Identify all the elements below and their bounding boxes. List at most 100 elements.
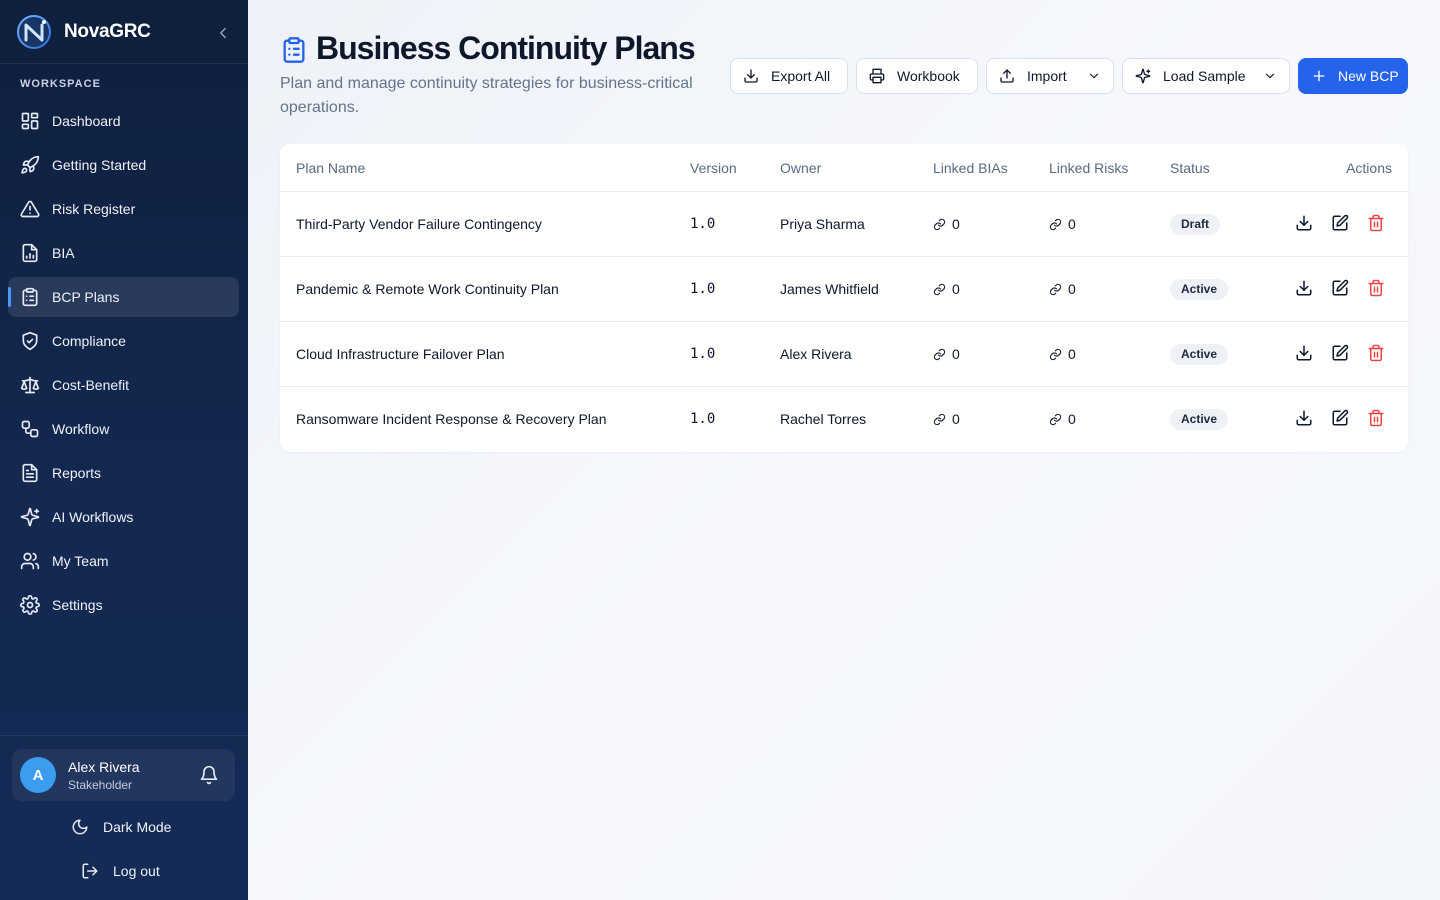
sidebar-item-cost-benefit[interactable]: Cost-Benefit — [8, 365, 239, 405]
export-all-button[interactable]: Export All — [730, 58, 848, 94]
table-row[interactable]: Pandemic & Remote Work Continuity Plan 1… — [280, 257, 1408, 322]
sidebar-item-workflow[interactable]: Workflow — [8, 409, 239, 449]
plan-name[interactable]: Ransomware Incident Response & Recovery … — [296, 411, 607, 427]
brand-name: NovaGRC — [64, 21, 151, 42]
linked-bias-count[interactable]: 0 — [933, 411, 960, 427]
linked-risks-count[interactable]: 0 — [1049, 346, 1076, 362]
sidebar-item-label: Settings — [52, 597, 103, 613]
plan-version: 1.0 — [690, 346, 716, 362]
sidebar-item-my-team[interactable]: My Team — [8, 541, 239, 581]
column-header-plan-name[interactable]: Plan Name — [296, 160, 365, 176]
sidebar-item-getting-started[interactable]: Getting Started — [8, 145, 239, 185]
linked-risks-value: 0 — [1068, 346, 1076, 362]
table-row[interactable]: Ransomware Incident Response & Recovery … — [280, 387, 1408, 452]
linked-bias-count[interactable]: 0 — [933, 346, 960, 362]
avatar: A — [20, 757, 56, 793]
logout-button[interactable]: Log out — [81, 857, 160, 885]
plan-version: 1.0 — [690, 281, 716, 297]
linked-bias-value: 0 — [952, 281, 960, 297]
linked-risks-count[interactable]: 0 — [1049, 281, 1076, 297]
sidebar-item-dashboard[interactable]: Dashboard — [8, 101, 239, 141]
sidebar-footer: A Alex Rivera Stakeholder Dark Mode Log … — [0, 735, 248, 900]
collapse-sidebar-chevron-left-icon[interactable] — [214, 24, 232, 42]
edit-icon[interactable] — [1331, 279, 1351, 299]
dashboard-icon — [20, 111, 40, 131]
import-dropdown-button[interactable]: Import — [986, 58, 1114, 94]
report-icon — [20, 463, 40, 483]
delete-trash-icon[interactable] — [1367, 344, 1387, 364]
sidebar-item-reports[interactable]: Reports — [8, 453, 239, 493]
bcp-plans-table: Plan Name Version Owner Linked BIAs Link… — [280, 144, 1408, 452]
download-icon[interactable] — [1295, 214, 1315, 234]
linked-bias-value: 0 — [952, 346, 960, 362]
column-header-linked-risks[interactable]: Linked Risks — [1049, 160, 1128, 176]
delete-trash-icon[interactable] — [1367, 279, 1387, 299]
user-role: Stakeholder — [68, 778, 133, 792]
plan-name[interactable]: Cloud Infrastructure Failover Plan — [296, 346, 505, 362]
sidebar-nav: Dashboard Getting Started Risk Register … — [8, 101, 239, 629]
table-row[interactable]: Third-Party Vendor Failure Contingency 1… — [280, 192, 1408, 257]
sidebar-item-bcp-plans[interactable]: BCP Plans — [8, 277, 239, 317]
sparkles-icon — [1135, 68, 1151, 87]
new-bcp-button[interactable]: New BCP — [1298, 58, 1408, 94]
sidebar-item-label: My Team — [52, 553, 109, 569]
novagrc-logo-icon[interactable] — [16, 14, 52, 50]
dark-mode-toggle[interactable]: Dark Mode — [71, 813, 171, 841]
link-icon — [933, 413, 946, 425]
linked-risks-count[interactable]: 0 — [1049, 411, 1076, 427]
users-icon — [20, 551, 40, 571]
linked-bias-count[interactable]: 0 — [933, 216, 960, 232]
sidebar-item-ai-workflows[interactable]: AI Workflows — [8, 497, 239, 537]
table-row[interactable]: Cloud Infrastructure Failover Plan 1.0 A… — [280, 322, 1408, 387]
link-icon — [1049, 283, 1062, 295]
sidebar-item-label: BCP Plans — [52, 289, 120, 305]
edit-icon[interactable] — [1331, 344, 1351, 364]
sidebar-item-label: BIA — [52, 245, 75, 261]
plan-version: 1.0 — [690, 411, 716, 427]
dark-mode-label: Dark Mode — [103, 819, 172, 835]
status-badge: Active — [1170, 344, 1229, 365]
sidebar-item-risk-register[interactable]: Risk Register — [8, 189, 239, 229]
download-icon[interactable] — [1295, 279, 1315, 299]
download-icon[interactable] — [1295, 344, 1315, 364]
warning-icon — [20, 199, 40, 219]
delete-trash-icon[interactable] — [1367, 409, 1387, 429]
load-sample-dropdown-button[interactable]: Load Sample — [1122, 58, 1290, 94]
sidebar-item-compliance[interactable]: Compliance — [8, 321, 239, 361]
plus-icon — [1311, 68, 1327, 87]
linked-risks-count[interactable]: 0 — [1049, 216, 1076, 232]
column-header-linked-bias[interactable]: Linked BIAs — [933, 160, 1008, 176]
scale-icon — [20, 375, 40, 395]
edit-icon[interactable] — [1331, 409, 1351, 429]
status-badge: Draft — [1170, 214, 1221, 235]
shield-check-icon — [20, 331, 40, 351]
edit-icon[interactable] — [1331, 214, 1351, 234]
column-header-status[interactable]: Status — [1170, 160, 1210, 176]
brand-header: NovaGRC — [0, 0, 248, 64]
link-icon — [1049, 348, 1062, 360]
plan-name[interactable]: Pandemic & Remote Work Continuity Plan — [296, 281, 559, 297]
download-icon[interactable] — [1295, 409, 1315, 429]
plan-owner: James Whitfield — [780, 281, 879, 297]
plan-owner: Alex Rivera — [780, 346, 852, 362]
workbook-button[interactable]: Workbook — [856, 58, 978, 94]
linked-risks-value: 0 — [1068, 411, 1076, 427]
linked-bias-count[interactable]: 0 — [933, 281, 960, 297]
delete-trash-icon[interactable] — [1367, 214, 1387, 234]
sidebar-item-bia[interactable]: BIA — [8, 233, 239, 273]
notification-bell-icon[interactable] — [199, 765, 219, 785]
column-header-actions: Actions — [1346, 160, 1392, 176]
column-header-owner[interactable]: Owner — [780, 160, 821, 176]
page-subtitle: Plan and manage continuity strategies fo… — [280, 75, 693, 116]
link-icon — [933, 218, 946, 230]
import-label: Import — [1027, 68, 1067, 84]
user-card[interactable]: A Alex Rivera Stakeholder — [12, 749, 235, 801]
plan-name[interactable]: Third-Party Vendor Failure Contingency — [296, 216, 542, 232]
user-name: Alex Rivera — [68, 759, 140, 775]
linked-risks-value: 0 — [1068, 281, 1076, 297]
column-header-version[interactable]: Version — [690, 160, 737, 176]
status-badge: Active — [1170, 279, 1229, 300]
workbook-label: Workbook — [897, 68, 960, 84]
sidebar-item-settings[interactable]: Settings — [8, 585, 239, 625]
sidebar-item-label: Dashboard — [52, 113, 121, 129]
